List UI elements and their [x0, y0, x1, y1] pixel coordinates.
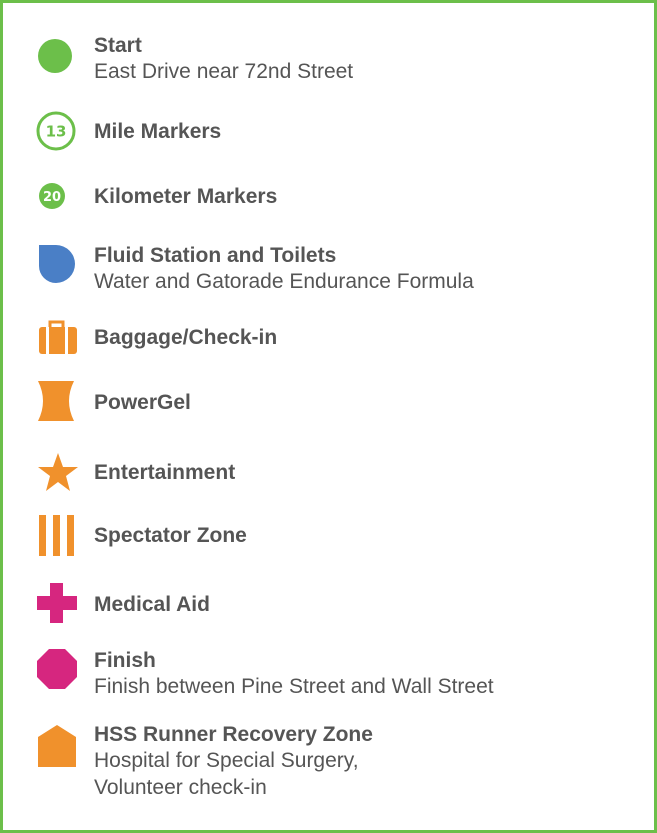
map-legend: Start East Drive near 72nd Street 13 Mil…	[0, 0, 657, 833]
kilometer-marker-number: 20	[43, 190, 61, 205]
powergel-icon	[38, 381, 74, 421]
legend-title: Kilometer Markers	[94, 185, 278, 208]
legend-title: Medical Aid	[94, 593, 210, 616]
legend-subtitle: Water and Gatorade Endurance Formula	[94, 270, 474, 293]
legend-subtitle: Hospital for Special Surgery, Volunteer …	[94, 749, 359, 799]
star-icon	[38, 453, 78, 491]
spectator-zone-icon	[39, 515, 74, 556]
mile-marker-number: 13	[46, 123, 67, 141]
baggage-icon	[39, 320, 77, 354]
green-circle-icon	[38, 39, 72, 73]
legend-title: HSS Runner Recovery Zone	[94, 723, 373, 746]
legend-subtitle: East Drive near 72nd Street	[94, 60, 354, 83]
medical-cross-icon	[37, 583, 77, 623]
recovery-zone-icon	[38, 725, 76, 767]
legend-title: Spectator Zone	[94, 524, 247, 547]
legend-title: Baggage/Check-in	[94, 326, 278, 349]
legend-subtitle: Finish between Pine Street and Wall Stre…	[94, 675, 494, 698]
mile-marker-icon: 13	[36, 111, 76, 151]
legend-title: Start	[94, 34, 142, 57]
legend-title: PowerGel	[94, 391, 191, 414]
kilometer-marker-icon: 20	[39, 183, 65, 209]
fluid-station-icon	[39, 245, 75, 283]
legend-title: Finish	[94, 649, 156, 672]
legend-title: Entertainment	[94, 461, 236, 484]
legend-title: Mile Markers	[94, 120, 222, 143]
finish-octagon-icon	[37, 649, 77, 689]
legend-title: Fluid Station and Toilets	[94, 244, 337, 267]
